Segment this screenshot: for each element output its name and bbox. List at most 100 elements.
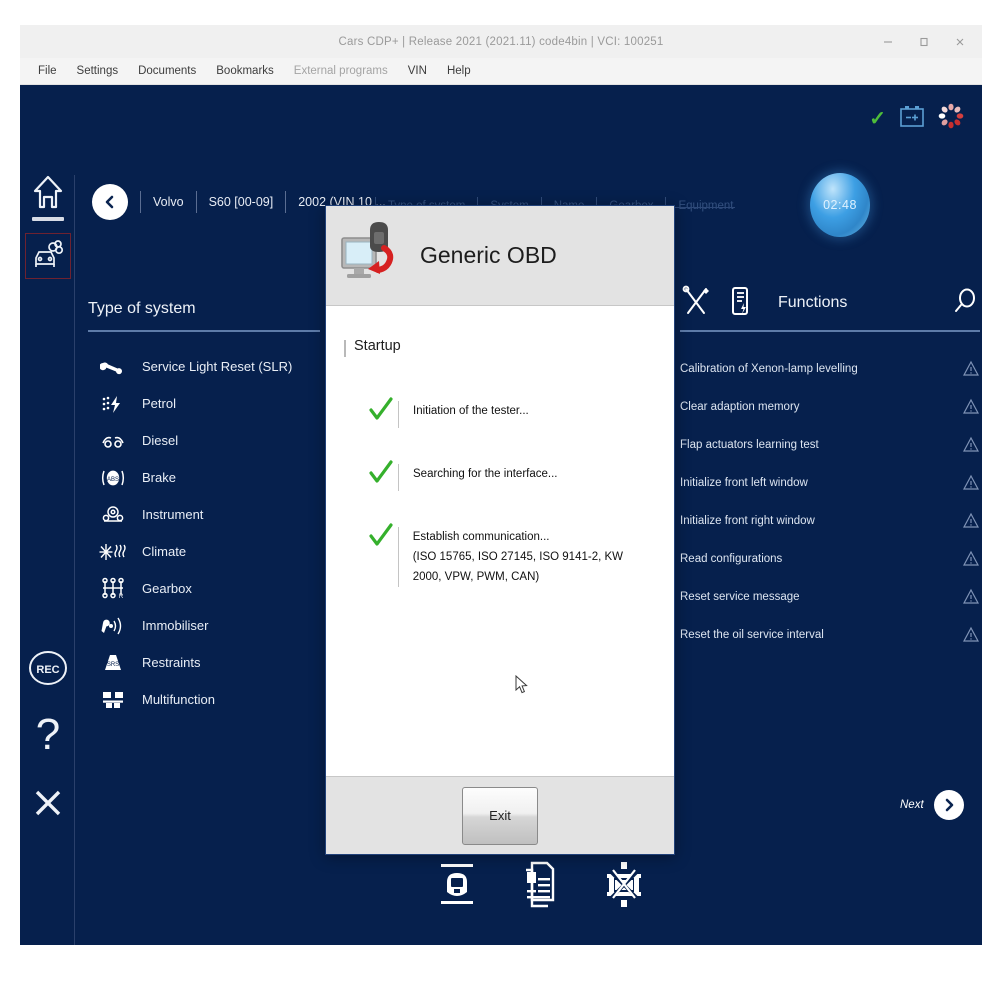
system-item-label: Instrument [142,507,204,522]
system-item-label: Diesel [142,433,179,448]
dialog-title: Generic OBD [420,242,557,268]
startup-step-label: Initiation of the tester... [413,405,529,417]
system-item-label: Restraints [142,655,201,670]
system-item-restraints[interactable]: SRS Restraints [88,644,343,681]
svg-text:R: R [119,594,124,600]
menu-item-bookmarks[interactable]: Bookmarks [206,62,284,80]
srs-airbag-icon: SRS [98,650,128,676]
startup-step-label: Searching for the interface... [413,468,558,480]
status-icons: ✓ [869,103,964,134]
type-of-system-heading: Type of system [88,300,196,317]
warning-triangle-icon [962,626,980,644]
system-item-climate[interactable]: Climate [88,533,343,570]
svg-text:?: ? [36,710,60,757]
function-item-label: Initialize front right window [680,515,815,527]
back-button[interactable] [92,184,128,220]
instrument-icon [98,502,128,528]
gearbox-icon: R [98,576,128,602]
system-item-label: Petrol [142,396,176,411]
dialog-section-title: Startup [354,338,401,354]
engine-fault-icon[interactable] [601,855,647,913]
startup-step: Initiation of the tester... [344,397,652,428]
functions-panel: Functions Calibration of Xenon-lamp leve… [680,280,980,654]
warning-triangle-icon [962,550,980,568]
system-item-label: Brake [142,470,176,485]
system-item-label: Multifunction [142,692,215,707]
next-button[interactable] [933,790,964,820]
window-title: Cars CDP+ | Release 2021 (2021.11) code4… [338,35,664,48]
ecu-list-icon [726,285,754,322]
warning-triangle-icon [962,436,980,454]
next-control[interactable]: Next [900,790,964,820]
warning-triangle-icon [962,512,980,530]
system-item-brake[interactable]: ABS Brake [88,459,343,496]
report-document-icon[interactable] [519,855,561,913]
connection-ok-icon: ✓ [869,107,886,130]
menu-item-help[interactable]: Help [437,62,481,80]
exit-button[interactable]: Exit [462,786,538,845]
warning-triangle-icon [962,360,980,378]
breadcrumb-make[interactable]: Volvo [140,191,196,213]
system-item-label: Climate [142,544,187,559]
climate-icon [98,539,128,565]
wrench-icon [98,354,128,380]
function-item-label: Calibration of Xenon-lamp levelling [680,363,858,375]
minimize-icon[interactable] [870,25,906,58]
system-item-multifunction[interactable]: Multifunction [88,681,343,718]
breadcrumb-model[interactable]: S60 [00-09] [195,191,286,213]
function-item-flap-actuators-learning-test[interactable]: Flap actuators learning test [680,426,980,464]
system-item-diesel[interactable]: Diesel [88,422,343,459]
tab-equipment[interactable]: Equipment [665,197,745,215]
function-item-reset-service-message[interactable]: Reset service message [680,578,980,616]
warning-triangle-icon [962,588,980,606]
check-icon [368,397,398,428]
tools-icon [680,285,712,322]
immobiliser-key-icon [98,613,128,639]
function-item-read-configurations[interactable]: Read configurations [680,540,980,578]
function-item-calibration-xenon[interactable]: Calibration of Xenon-lamp levelling [680,350,980,388]
system-item-service-light-reset[interactable]: Service Light Reset (SLR) [88,348,343,385]
menu-item-vin[interactable]: VIN [398,62,437,80]
home-active-underline [32,217,64,221]
dialog-header: Generic OBD [326,206,674,306]
close-icon[interactable] [942,25,978,58]
rec-icon[interactable]: REC [25,645,71,691]
functions-list: Calibration of Xenon-lamp levelling Clea… [680,350,980,654]
session-timer: 02:48 [810,173,870,237]
close-x-icon[interactable] [25,780,71,826]
svg-text:REC: REC [36,664,59,676]
system-item-gearbox[interactable]: R Gearbox [88,570,343,607]
function-item-label: Reset the oil service interval [680,629,824,641]
menu-item-settings[interactable]: Settings [67,62,129,80]
system-item-label: Gearbox [142,581,192,596]
function-item-initialize-front-right-window[interactable]: Initialize front right window [680,502,980,540]
vehicle-scan-icon[interactable] [435,855,479,913]
maximize-icon[interactable] [906,25,942,58]
menu-item-external-programs[interactable]: External programs [284,62,398,80]
startup-step-label: Establish communication... (ISO 15765, I… [412,531,624,583]
bottom-toolbar [435,855,641,913]
menu-item-file[interactable]: File [28,62,67,80]
function-item-clear-adaption-memory[interactable]: Clear adaption memory [680,388,980,426]
system-item-petrol[interactable]: Petrol [88,385,343,422]
step-divider [398,527,399,587]
type-of-system-rule [88,330,320,332]
dialog-section: Startup [344,338,652,357]
screenshot-root: Cars CDP+ | Release 2021 (2021.11) code4… [0,0,1000,1000]
functions-rule [680,330,980,332]
help-question-icon[interactable]: ? [25,710,71,757]
system-item-immobiliser[interactable]: Immobiliser [88,607,343,644]
menu-bar: File Settings Documents Bookmarks Extern… [20,58,982,85]
function-item-reset-oil-service-interval[interactable]: Reset the oil service interval [680,616,980,654]
function-item-label: Flap actuators learning test [680,439,819,451]
menu-item-documents[interactable]: Documents [128,62,206,80]
diagnostics-icon[interactable] [25,233,71,279]
function-item-label: Clear adaption memory [680,401,800,413]
system-item-label: Service Light Reset (SLR) [142,359,293,374]
function-item-initialize-front-left-window[interactable]: Initialize front left window [680,464,980,502]
svg-text:ABS: ABS [107,477,119,483]
search-icon[interactable] [950,286,980,321]
home-icon[interactable] [25,170,71,216]
dialog-body: Startup Initiation of the tester... Sear… [326,306,674,776]
system-item-instrument[interactable]: Instrument [88,496,343,533]
